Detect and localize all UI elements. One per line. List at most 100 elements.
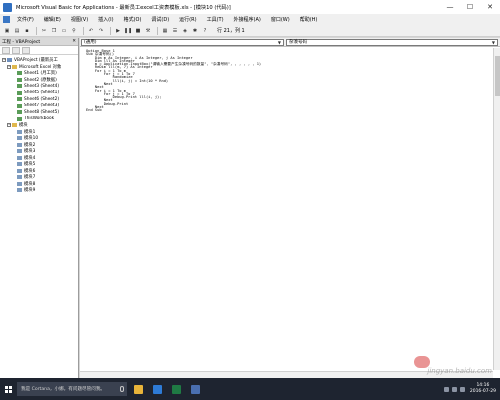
window-title: Microsoft Visual Basic for Applications … [16, 4, 231, 11]
standard-toolbar: ▣ ▤ ▪ ✂ ❐ ▭ ⚲ ↶ ↷ ▶ ❚❚ ■ ⚒ ▦ ☰ ◈ ✱ ? 行 2… [0, 25, 500, 37]
input-method-icon[interactable] [459, 386, 465, 392]
view-code-icon[interactable] [2, 46, 10, 54]
redo-icon[interactable]: ↷ [97, 27, 105, 35]
taskbar: 我是 Cortana，小娜。有问题尽管问我。 14:16 2016-07-29 [0, 378, 500, 400]
clock[interactable]: 14:16 2016-07-29 [470, 383, 496, 395]
menu-help[interactable]: 帮助(H) [295, 14, 323, 25]
menu-format[interactable]: 格式(O) [119, 14, 147, 25]
excel-view-icon[interactable]: ▣ [3, 27, 11, 35]
menu-edit[interactable]: 编辑(E) [39, 14, 66, 25]
menu-file[interactable]: 文件(F) [12, 14, 39, 25]
run-icon[interactable]: ▶ [114, 27, 122, 35]
taskbar-app-button[interactable] [130, 378, 146, 400]
menu-window[interactable]: 窗口(W) [266, 14, 295, 25]
module-icon [17, 149, 22, 154]
screen: Microsoft Visual Basic for Applications … [0, 0, 500, 400]
module-icon [17, 129, 22, 134]
object-combo[interactable]: (通用) ▼ [81, 38, 284, 46]
chevron-down-icon: ▼ [491, 39, 495, 45]
clock-date: 2016-07-29 [469, 389, 496, 394]
design-mode-icon[interactable]: ⚒ [144, 27, 152, 35]
save-icon[interactable]: ▪ [23, 27, 31, 35]
copy-icon[interactable]: ❐ [50, 27, 58, 35]
code-combo-bar: (通用) ▼ 杂凑号码 ▼ [80, 38, 500, 47]
insert-module-icon[interactable]: ▤ [13, 27, 21, 35]
tree-item-label: 模块 [19, 123, 28, 129]
tree-toggle-icon[interactable]: − [7, 123, 11, 128]
menu-run[interactable]: 运行(R) [174, 14, 201, 25]
tree-item-label: Sheet6 (Sheet2) [24, 96, 60, 102]
menu-debug[interactable]: 调试(D) [146, 14, 174, 25]
menu-tools[interactable]: 工具(T) [202, 14, 229, 25]
windows-logo-icon [4, 385, 12, 393]
object-browser-icon[interactable]: ◈ [181, 27, 189, 35]
reset-icon[interactable]: ■ [134, 27, 142, 35]
taskbar-app-button[interactable] [149, 378, 165, 400]
sheet-icon [17, 90, 22, 95]
menu-insert[interactable]: 插入(I) [93, 14, 118, 25]
tree-item-label: Microsoft Excel 对象 [19, 64, 62, 70]
vertical-scrollbar[interactable] [493, 48, 500, 370]
toggle-folders-icon[interactable] [22, 46, 30, 54]
taskbar-app-button[interactable] [187, 378, 203, 400]
toolbar-divider [110, 26, 111, 35]
close-button[interactable]: ✕ [480, 0, 500, 14]
start-button[interactable] [0, 378, 16, 400]
tree-item-label: VBAProject (最新员工 [14, 58, 58, 64]
search-placeholder: 我是 Cortana，小娜。有问题尽管问我。 [21, 387, 106, 392]
microphone-icon[interactable] [120, 386, 124, 392]
tree-item-label: Sheet5 (Sheet1) [24, 90, 60, 96]
tree-item-label: ThisWorkbook [24, 116, 55, 122]
tree-toggle-icon[interactable]: − [2, 58, 6, 63]
vba-app-icon [3, 2, 12, 12]
properties-icon[interactable]: ☰ [171, 27, 179, 35]
vba-editor-app-icon [190, 384, 200, 394]
tree-item-label: 模块9 [24, 188, 36, 194]
vertical-scroll-thumb[interactable] [495, 56, 500, 96]
project-explorer-icon[interactable]: ▦ [161, 27, 169, 35]
toolbox-icon[interactable]: ✱ [191, 27, 199, 35]
vba-menu-icon[interactable] [3, 16, 10, 23]
project-panel-close-icon[interactable]: ✕ [72, 39, 76, 44]
tree-toggle-icon[interactable]: − [7, 64, 11, 69]
tree-item-label: 模块2 [24, 142, 36, 148]
toolbar-divider [36, 26, 37, 35]
tree-item-label: 模块8 [24, 181, 36, 187]
tree-item-label: 模块1 [24, 129, 36, 135]
code-line[interactable]: End Sub [86, 108, 486, 112]
help-icon[interactable]: ? [201, 27, 209, 35]
module-icon [17, 136, 22, 141]
code-editor[interactable]: Option Base 1 Sub 杂凑号码() Dim m As Integer… [80, 48, 492, 370]
tree-item[interactable]: 模块9 [0, 187, 78, 194]
project-explorer-panel: 工程 - VBAProject ✕ − VBAProject (最新员工 − Micr… [0, 38, 79, 378]
view-object-icon[interactable] [12, 46, 20, 54]
break-icon[interactable]: ❚❚ [124, 27, 132, 35]
code-window: (通用) ▼ 杂凑号码 ▼ Option Base 1 Sub 杂凑号码() Di… [80, 38, 500, 378]
cut-icon[interactable]: ✂ [40, 27, 48, 35]
paste-icon[interactable]: ▭ [60, 27, 68, 35]
tree-item-label: 模块5 [24, 162, 36, 168]
minimize-button[interactable]: — [440, 0, 460, 14]
module-icon [17, 155, 22, 160]
window-titlebar: Microsoft Visual Basic for Applications … [0, 0, 500, 14]
procedure-combo[interactable]: 杂凑号码 ▼ [286, 38, 498, 46]
module-icon [17, 162, 22, 167]
undo-icon[interactable]: ↶ [87, 27, 95, 35]
folder-icon [12, 123, 17, 128]
menu-view[interactable]: 视图(V) [66, 14, 93, 25]
project-panel-toolbar [0, 46, 78, 55]
proj-icon [7, 58, 12, 63]
cortana-search-box[interactable]: 我是 Cortana，小娜。有问题尽管问我。 [17, 382, 127, 396]
menu-bar: 文件(F) 编辑(E) 视图(V) 插入(I) 格式(O) 调试(D) 运行(R… [0, 14, 500, 25]
find-icon[interactable]: ⚲ [70, 27, 78, 35]
menu-addins[interactable]: 外接程序(A) [229, 14, 266, 25]
tree-item-label: 模块6 [24, 168, 36, 174]
maximize-button[interactable]: ☐ [460, 0, 480, 14]
file-explorer-app-icon [133, 384, 143, 394]
volume-icon[interactable] [451, 386, 457, 392]
taskbar-app-button[interactable] [168, 378, 184, 400]
network-icon[interactable] [443, 386, 449, 392]
sheet-icon [17, 84, 22, 89]
system-tray: 14:16 2016-07-29 [443, 378, 500, 400]
module-icon [17, 142, 22, 147]
